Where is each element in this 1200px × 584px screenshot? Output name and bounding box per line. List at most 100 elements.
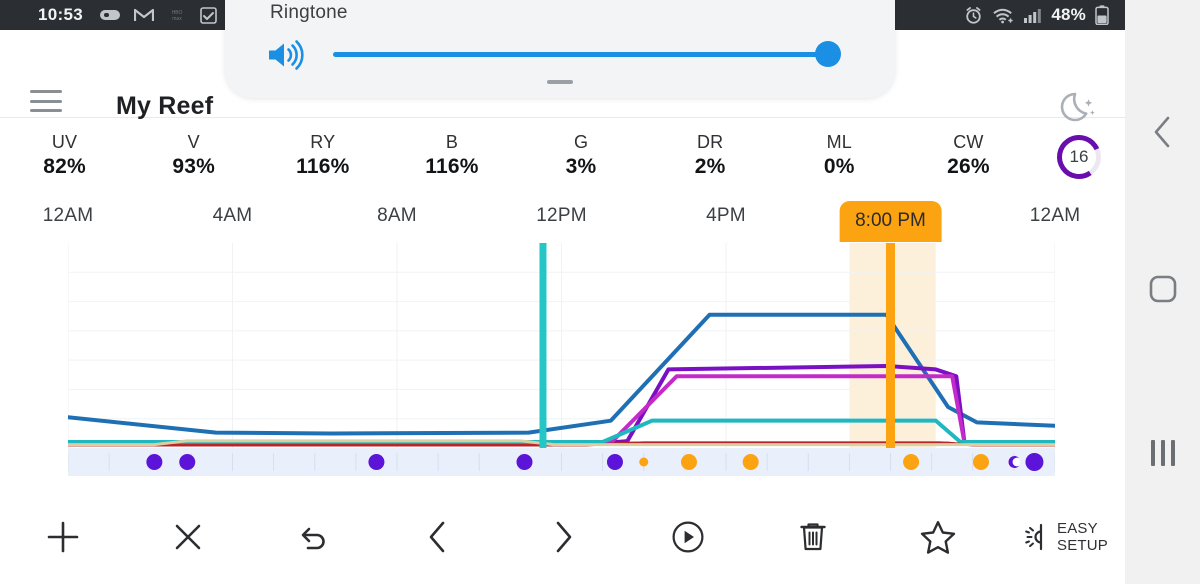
channel-value: 26% <box>947 155 990 178</box>
home-square-icon <box>1149 275 1176 303</box>
recents-bars-icon <box>1150 440 1175 466</box>
event-dot <box>1025 453 1044 471</box>
channel-value: 116% <box>425 155 479 178</box>
moon-stars-icon[interactable] <box>1047 84 1099 130</box>
alarm-icon <box>966 6 982 24</box>
channel-values-row: UV 82% V 93% RY 116% B 116% G 3% DR 2% M… <box>0 130 1125 194</box>
wifi-icon <box>993 8 1014 23</box>
status-clock: 10:53 <box>38 5 83 24</box>
easy-setup-icon <box>1025 523 1043 551</box>
channel-label: V <box>187 132 200 152</box>
easy-setup-label-line1: EASY <box>1056 520 1098 537</box>
event-dot <box>742 454 759 470</box>
chevron-left-icon <box>429 521 444 553</box>
easy-setup-label-line2: SETUP <box>1056 537 1108 554</box>
screen-root: 10:53 HBO max 48% My Reef Ringtone UV 82… <box>0 0 1200 584</box>
cancel-button[interactable] <box>125 498 250 576</box>
channel-value: 0% <box>823 155 855 178</box>
event-dot <box>639 457 649 467</box>
event-dot <box>368 454 385 470</box>
easy-setup-button[interactable]: EASY SETUP <box>1000 498 1125 576</box>
channel-uv[interactable]: UV 82% <box>0 130 129 180</box>
volume-stream-label: Ringtone <box>270 2 348 23</box>
channel-value: 116% <box>296 155 350 178</box>
svg-text:max: max <box>172 16 182 22</box>
cursor-time-badge[interactable]: 8:00 PM <box>839 201 942 242</box>
channel-ry[interactable]: RY 116% <box>258 130 387 180</box>
chart-canvas[interactable] <box>68 243 1055 448</box>
channel-b[interactable]: B 116% <box>387 130 516 180</box>
plus-icon <box>47 521 78 553</box>
nav-back-button[interactable] <box>1125 105 1200 159</box>
signal-icon <box>1024 8 1042 23</box>
event-strip[interactable] <box>68 448 1055 476</box>
preview-play-button[interactable] <box>625 498 750 576</box>
volume-slider-row <box>265 34 865 76</box>
event-dot <box>903 454 920 470</box>
trash-icon <box>799 523 826 551</box>
time-tick-label: 12AM <box>42 205 94 226</box>
back-chevron-icon <box>1154 116 1169 148</box>
ring-value-label: 16 <box>1069 147 1089 166</box>
status-system-icons: 48% <box>964 5 1109 25</box>
event-dot <box>680 454 697 470</box>
speaker-loud-icon[interactable] <box>265 38 307 72</box>
time-axis: 12AM 4AM 8AM 12PM 4PM 12AM 8:00 PM <box>0 201 1125 243</box>
channel-cw[interactable]: CW 26% <box>904 130 1033 180</box>
next-button[interactable] <box>500 498 625 576</box>
undo-button[interactable] <box>250 498 375 576</box>
channel-label: DR <box>696 132 724 152</box>
time-tick-label: 4PM <box>706 205 746 226</box>
channel-ml[interactable]: ML 0% <box>775 130 904 180</box>
channel-label: G <box>573 132 589 152</box>
volume-slider[interactable] <box>333 41 841 69</box>
bottom-toolbar: EASY SETUP <box>0 498 1125 576</box>
page-title: My Reef <box>116 92 214 120</box>
delete-button[interactable] <box>750 498 875 576</box>
previous-button[interactable] <box>375 498 500 576</box>
event-dot <box>146 454 163 470</box>
status-notification-icons: HBO max <box>99 6 217 24</box>
channel-value: 2% <box>694 155 726 178</box>
event-dot <box>179 454 196 470</box>
intensity-ring[interactable]: 16 <box>1033 130 1125 182</box>
channel-label: ML <box>826 132 853 152</box>
channel-label: CW <box>953 132 984 152</box>
channel-g[interactable]: G 3% <box>517 130 646 180</box>
easy-setup-label: EASY SETUP <box>1057 520 1108 554</box>
event-dot <box>606 454 623 470</box>
undo-icon <box>301 527 325 550</box>
event-dot <box>516 454 533 470</box>
channel-value: 3% <box>565 155 597 178</box>
time-tick-label: 12PM <box>536 205 587 226</box>
event-dot <box>972 454 989 470</box>
nav-recents-button[interactable] <box>1125 426 1200 480</box>
hbomax-icon: HBO max <box>172 10 183 22</box>
volume-panel: Ringtone <box>225 0 895 98</box>
panel-drag-handle[interactable] <box>547 80 573 84</box>
star-icon <box>920 521 955 554</box>
time-tick-label: 8AM <box>377 205 417 226</box>
android-nav-bar <box>1125 0 1200 584</box>
channel-value: 93% <box>172 155 215 178</box>
time-tick-label: 4AM <box>212 205 253 226</box>
channel-value: 82% <box>43 155 86 178</box>
battery-percent-label: 48% <box>1051 5 1086 24</box>
channel-dr[interactable]: DR 2% <box>646 130 775 180</box>
event-strip-canvas[interactable] <box>68 448 1055 476</box>
battery-icon <box>1095 5 1109 25</box>
channel-label: UV <box>51 132 78 152</box>
volume-slider-thumb[interactable] <box>815 41 841 67</box>
favorite-button[interactable] <box>875 498 1000 576</box>
time-tick-label: 12AM <box>1029 205 1081 226</box>
add-button[interactable] <box>0 498 125 576</box>
hamburger-menu-icon[interactable] <box>30 90 62 112</box>
close-x-icon <box>175 524 200 550</box>
channel-v[interactable]: V 93% <box>129 130 258 180</box>
capsule-icon <box>99 10 120 20</box>
volume-slider-track <box>333 52 839 57</box>
gmail-icon <box>133 8 154 21</box>
checkbox-icon <box>200 6 217 24</box>
nav-home-button[interactable] <box>1125 262 1200 316</box>
schedule-chart[interactable] <box>68 243 1055 448</box>
